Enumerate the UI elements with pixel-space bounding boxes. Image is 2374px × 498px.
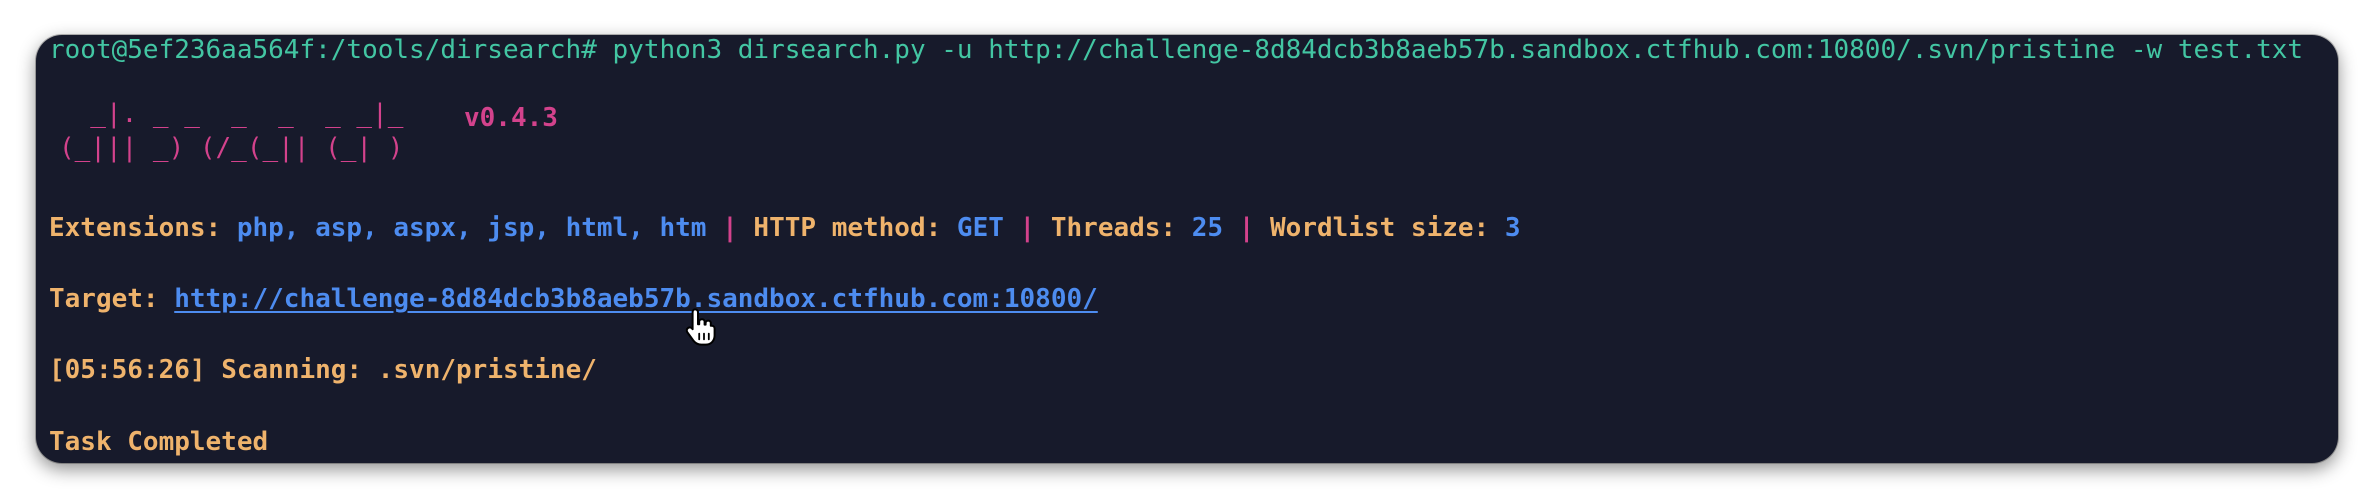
hand-pointer-icon [685,308,716,346]
command-line[interactable]: root@5ef236aa564f:/tools/dirsearch# pyth… [49,35,2303,65]
scan-status-line: [05:56:26] Scanning: .svn/pristine/ [49,355,597,385]
separator: | [1238,213,1255,243]
scanning-label: Scanning: [221,355,363,385]
banner-line-2: (_||| _) (/_(_|| (_| ) [59,133,404,163]
scan-path: .svn/pristine/ [377,355,597,385]
wordlist-size-value: 3 [1504,213,1521,243]
threads-label: Threads: [1050,213,1177,243]
version-label: v0.4.3 [464,103,558,133]
terminal-window[interactable]: root@5ef236aa564f:/tools/dirsearch# pyth… [36,35,2338,463]
shell-prompt: root@5ef236aa564f:/tools/dirsearch# [49,35,597,65]
extensions-label: Extensions: [49,213,222,243]
dirsearch-ascii-logo: _|. _ _ _ _ _ _|_ (_||| _) (/_(_|| (_| ) [59,97,403,165]
extensions-value: php, asp, aspx, jsp, html, htm [236,213,707,243]
wordlist-size-label: Wordlist size: [1270,213,1490,243]
banner-line-1: _|. _ _ _ _ _ _|_ [59,99,404,129]
threads-value: 25 [1191,213,1224,243]
scan-timestamp: [05:56:26] [49,355,206,385]
config-line: Extensions: php, asp, aspx, jsp, html, h… [49,213,1521,243]
http-method-value: GET [956,213,1004,243]
target-url-link[interactable]: http://challenge-8d84dcb3b8aeb57b.sandbo… [174,284,1098,314]
http-method-label: HTTP method: [753,213,942,243]
separator: | [722,213,738,243]
target-line: Target: http://challenge-8d84dcb3b8aeb57… [49,284,1098,314]
separator: | [1019,213,1036,243]
task-completed-message: Task Completed [49,427,269,457]
command-text: python3 dirsearch.py -u http://challenge… [612,35,2304,65]
target-label: Target: [49,284,159,314]
